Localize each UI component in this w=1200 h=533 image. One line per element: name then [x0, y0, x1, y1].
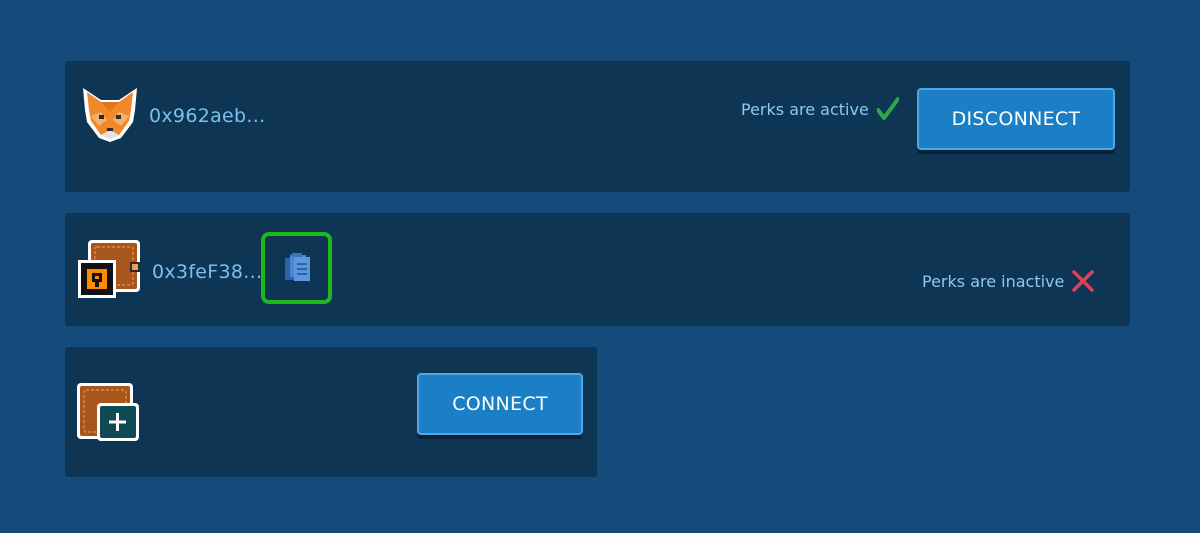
wallet-address: 0x3feF38...: [152, 261, 263, 283]
add-wallet-panel: CONNECT: [65, 347, 597, 477]
check-icon: [876, 97, 899, 120]
perks-status-text: Perks are active: [741, 99, 869, 119]
add-wallet-icon: [77, 383, 139, 441]
wallet-panel-secondary: 0x3feF38... Perks are inactive: [65, 213, 1130, 326]
perks-status: Perks are inactive: [922, 270, 1095, 292]
wallet-address: 0x962aeb...: [149, 105, 266, 127]
perks-status: Perks are active: [741, 97, 899, 121]
wallet-icon: [78, 240, 140, 298]
wallet-panel-metamask: 0x962aeb... Perks are active DISCONNECT: [65, 61, 1130, 192]
connect-button[interactable]: CONNECT: [417, 373, 583, 435]
metamask-fox-icon: [83, 88, 137, 142]
copy-icon: [284, 253, 310, 281]
cross-icon: [1072, 270, 1095, 292]
copy-address-button[interactable]: [261, 232, 332, 304]
disconnect-button[interactable]: DISCONNECT: [917, 88, 1115, 150]
perks-status-text: Perks are inactive: [922, 271, 1065, 291]
